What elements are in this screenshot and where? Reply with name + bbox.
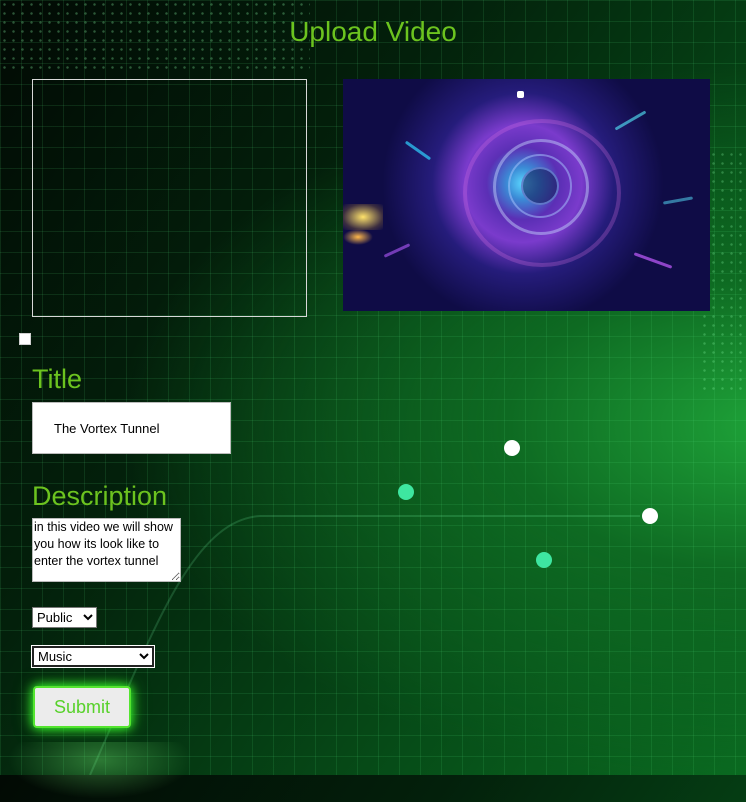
page-title: Upload Video bbox=[289, 16, 457, 47]
submit-button[interactable]: Submit bbox=[33, 686, 131, 728]
title-input[interactable] bbox=[32, 402, 231, 454]
file-select-checkbox[interactable] bbox=[19, 333, 31, 345]
title-label: Title bbox=[32, 364, 83, 394]
visibility-select[interactable]: Public bbox=[32, 607, 97, 628]
slider-knob bbox=[398, 484, 414, 500]
description-label: Description bbox=[32, 481, 168, 511]
description-textarea[interactable]: in this video we will show you how its l… bbox=[32, 518, 181, 582]
slider-knob bbox=[536, 552, 552, 568]
slider-knob bbox=[504, 440, 520, 456]
video-thumbnail bbox=[343, 79, 710, 311]
slider-knob bbox=[642, 508, 658, 524]
bottom-glow bbox=[0, 742, 200, 802]
video-preview-box bbox=[32, 79, 307, 317]
category-select[interactable]: Music bbox=[31, 645, 155, 668]
